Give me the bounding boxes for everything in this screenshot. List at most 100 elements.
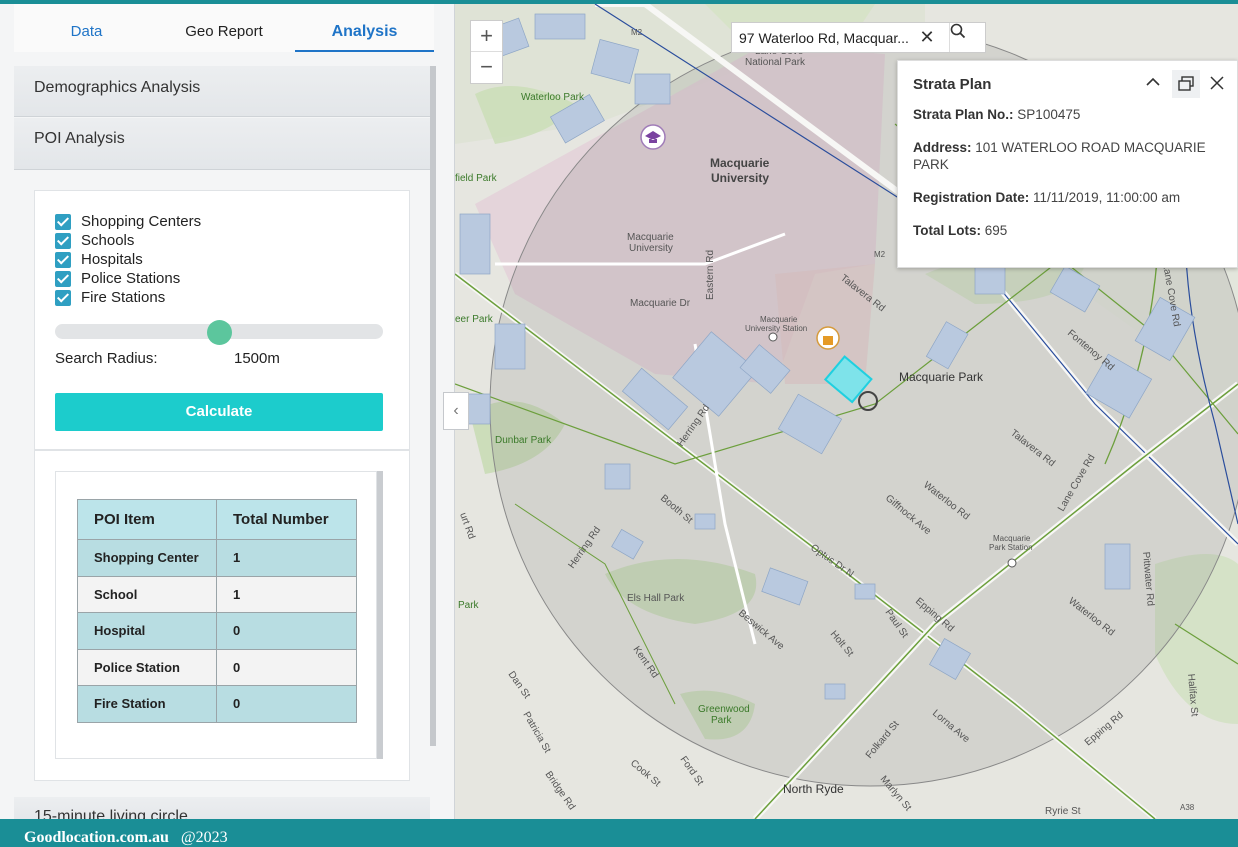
tab-data[interactable]: Data xyxy=(14,4,159,52)
dock-icon xyxy=(1178,76,1194,91)
minus-icon: − xyxy=(480,54,493,79)
search-icon xyxy=(950,23,966,39)
field-value: 11/11/2019, 11:00:00 am xyxy=(1033,190,1181,205)
poi-options-card: Shopping Centers Schools Hospitals Polic… xyxy=(34,190,410,450)
total-number-cell: 1 xyxy=(216,575,357,613)
results-scrollbar[interactable] xyxy=(377,471,383,759)
map-label: field Park xyxy=(455,173,498,184)
option-shopping-centers[interactable]: Shopping Centers xyxy=(55,212,201,231)
map-label: University Station xyxy=(745,324,807,333)
map-label: North Ryde xyxy=(783,782,844,796)
total-number-cell: 0 xyxy=(216,685,357,723)
registration-date: Registration Date: 11/11/2019, 11:00:00 … xyxy=(913,189,1223,206)
checkbox-checked-icon[interactable] xyxy=(55,289,71,306)
checkbox-checked-icon[interactable] xyxy=(55,251,71,268)
total-number-cell: 0 xyxy=(216,648,357,686)
zoom-out-button[interactable]: − xyxy=(471,52,502,83)
option-label: Police Stations xyxy=(81,270,181,287)
checkbox-checked-icon[interactable] xyxy=(55,270,71,287)
option-label: Fire Stations xyxy=(81,289,166,306)
map-label: Macquarie xyxy=(993,534,1031,543)
slider-thumb[interactable] xyxy=(207,320,232,345)
map-label: Greenwood xyxy=(698,704,750,715)
search-input[interactable]: 97 Waterloo Rd, Macquar... xyxy=(732,30,916,46)
poi-results-card: POI Item Total Number Shopping Center 1 … xyxy=(34,450,410,781)
poi-item-cell: Fire Station xyxy=(77,685,217,723)
plus-icon: + xyxy=(480,23,493,48)
search-radius-label: Search Radius: xyxy=(55,350,158,367)
field-label: Total Lots: xyxy=(913,223,981,238)
option-police-stations[interactable]: Police Stations xyxy=(55,269,180,288)
tab-geo-report[interactable]: Geo Report xyxy=(154,4,294,52)
sidebar-scrollbar[interactable] xyxy=(430,66,436,746)
map-label: Macquarie Park xyxy=(899,370,984,384)
field-value: SP100475 xyxy=(1017,107,1081,122)
address-search: 97 Waterloo Rd, Macquar... ✕ xyxy=(731,22,986,53)
accordion-15-minute-living-circle[interactable]: 15-minute living circle xyxy=(14,797,430,819)
chevron-up-icon xyxy=(1146,77,1160,86)
dock-popup-button[interactable] xyxy=(1172,70,1200,98)
table-row: Shopping Center 1 xyxy=(77,539,357,577)
search-button[interactable] xyxy=(949,23,984,52)
map-label: Eastern Rd xyxy=(705,250,716,300)
strata-plan-number: Strata Plan No.: SP100475 xyxy=(913,106,1223,123)
close-popup-button[interactable] xyxy=(1204,70,1230,96)
column-header: Total Number xyxy=(216,499,357,540)
map-label: University xyxy=(629,243,673,254)
map-view[interactable]: Lane Cove National Park Waterloo Park Ma… xyxy=(455,4,1238,819)
table-row: School 1 xyxy=(77,575,357,613)
option-hospitals[interactable]: Hospitals xyxy=(55,250,143,269)
map-label: National Park xyxy=(745,57,806,68)
map-label: Ryrie St xyxy=(1045,806,1081,817)
tab-analysis[interactable]: Analysis xyxy=(295,4,434,52)
results-frame: POI Item Total Number Shopping Center 1 … xyxy=(55,471,377,759)
field-label: Registration Date: xyxy=(913,190,1030,205)
accordion-poi-analysis[interactable]: POI Analysis xyxy=(14,118,430,170)
map-label: M2 xyxy=(874,250,886,259)
strata-plan-popup: Strata Plan Strata Plan No.: SP100475 Ad… xyxy=(897,60,1238,268)
map-label: Macquarie Dr xyxy=(630,298,691,309)
field-label: Strata Plan No.: xyxy=(913,107,1014,122)
poi-results-table: POI Item Total Number Shopping Center 1 … xyxy=(77,499,357,723)
table-row: Fire Station 0 xyxy=(77,685,357,723)
poi-item-cell: Hospital xyxy=(77,612,217,650)
map-label: Els Hall Park xyxy=(627,593,685,604)
option-schools[interactable]: Schools xyxy=(55,231,134,250)
accordion-demographics-analysis[interactable]: Demographics Analysis xyxy=(14,66,430,117)
close-icon: ✕ xyxy=(919,27,935,47)
field-value: 695 xyxy=(984,223,1008,238)
collapse-popup-button[interactable] xyxy=(1141,70,1165,94)
collapse-panel-button[interactable]: ‹ xyxy=(443,392,469,430)
tab-bar: Data Geo Report Analysis xyxy=(14,4,434,52)
chevron-left-icon: ‹ xyxy=(453,402,459,419)
map-label: Park xyxy=(711,715,733,726)
option-fire-stations[interactable]: Fire Stations xyxy=(55,288,165,307)
poi-item-cell: Shopping Center xyxy=(77,539,217,577)
poi-item-cell: School xyxy=(77,575,217,613)
checkbox-checked-icon[interactable] xyxy=(55,232,71,249)
zoom-control: + − xyxy=(470,20,503,84)
option-label: Schools xyxy=(81,232,135,249)
table-row: Hospital 0 xyxy=(77,612,357,650)
poi-item-cell: Police Station xyxy=(77,648,217,686)
map-label: University xyxy=(711,171,769,185)
analysis-sidebar: Data Geo Report Analysis Demographics An… xyxy=(0,4,455,819)
calculate-button[interactable]: Calculate xyxy=(55,393,383,431)
footer-bar: Goodlocation.com.au @2023 xyxy=(0,819,1238,847)
option-label: Shopping Centers xyxy=(81,213,202,230)
footer-year: @2023 xyxy=(180,829,228,846)
map-label: Dunbar Park xyxy=(495,435,552,446)
option-label: Hospitals xyxy=(81,251,143,268)
map-label: eer Park xyxy=(455,314,494,325)
footer-brand: Goodlocation.com.au xyxy=(24,829,169,846)
zoom-in-button[interactable]: + xyxy=(471,21,502,52)
checkbox-checked-icon[interactable] xyxy=(55,213,71,230)
map-label: Macquarie xyxy=(627,232,674,243)
clear-search-button[interactable]: ✕ xyxy=(916,27,938,48)
table-row: Police Station 0 xyxy=(77,648,357,686)
map-label: M2 xyxy=(631,28,643,37)
map-label: Park xyxy=(458,600,480,611)
map-label: Macquarie xyxy=(760,315,798,324)
total-lots: Total Lots: 695 xyxy=(913,222,1223,239)
column-header: POI Item xyxy=(77,499,217,540)
